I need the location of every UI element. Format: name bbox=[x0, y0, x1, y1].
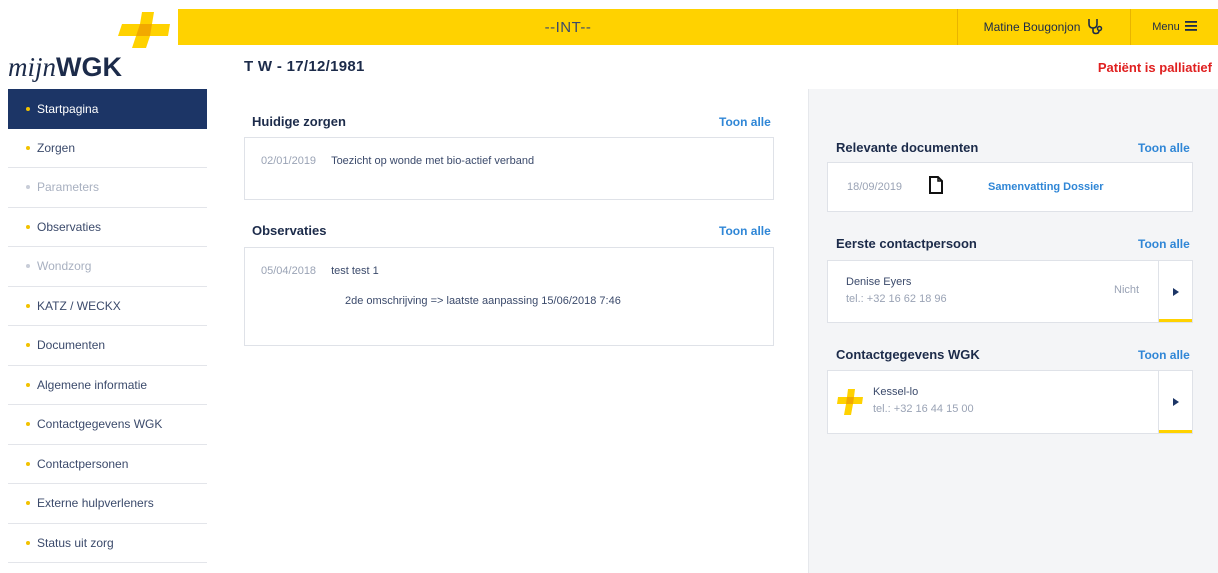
contact-phone: tel.: +32 16 62 18 96 bbox=[846, 293, 947, 305]
contact-relation: Nicht bbox=[1114, 284, 1140, 296]
zorg-description: Toezicht op wonde met bio-actief verband bbox=[331, 155, 535, 167]
sidebar-item-label: Algemene informatie bbox=[37, 377, 148, 392]
accent-bar bbox=[1159, 319, 1192, 322]
bullet-icon bbox=[26, 185, 30, 190]
sidebar-item-label: Externe hulpverleners bbox=[37, 496, 154, 511]
toon-alle-documenten-link[interactable]: Toon alle bbox=[1138, 141, 1190, 155]
document-link[interactable]: Samenvatting Dossier bbox=[988, 181, 1104, 193]
contact-name: Denise Eyers bbox=[846, 276, 912, 288]
bullet-icon bbox=[26, 461, 30, 466]
open-wgk-contact-button[interactable] bbox=[1158, 371, 1192, 433]
sidebar-item-wondzorg[interactable]: Wondzorg bbox=[8, 247, 207, 287]
open-contact-button[interactable] bbox=[1158, 261, 1192, 322]
section-title-relevante-documenten: Relevante documenten bbox=[836, 140, 979, 155]
sidebar-item-label: Contactgegevens WGK bbox=[37, 417, 163, 432]
play-arrow-icon bbox=[1172, 287, 1179, 296]
column-divider bbox=[808, 89, 809, 573]
hamburger-icon bbox=[1184, 20, 1197, 34]
eerste-contactpersoon-card[interactable]: Denise Eyers tel.: +32 16 62 18 96 Nicht bbox=[827, 260, 1193, 323]
bullet-icon bbox=[26, 501, 30, 506]
sidebar-item-katz-weckx[interactable]: KATZ / WECKX bbox=[8, 287, 207, 326]
bullet-icon bbox=[26, 303, 30, 308]
sidebar-item-contactgegevens-wgk[interactable]: Contactgegevens WGK bbox=[8, 405, 207, 445]
bullet-icon bbox=[26, 224, 30, 229]
contactgegevens-wgk-card[interactable]: Kessel-lo tel.: +32 16 44 15 00 bbox=[827, 370, 1193, 434]
sidebar-item-label: Wondzorg bbox=[37, 259, 92, 274]
sidebar-item-label: Status uit zorg bbox=[37, 535, 114, 550]
user-name: Matine Bougonjon bbox=[983, 20, 1081, 34]
zorg-date: 02/01/2019 bbox=[261, 155, 317, 167]
sidebar-item-label: Contactpersonen bbox=[37, 456, 129, 471]
section-title-eerste-contactpersoon: Eerste contactpersoon bbox=[836, 236, 977, 251]
bullet-icon bbox=[26, 382, 30, 387]
bullet-icon bbox=[26, 264, 30, 269]
sidebar-item-observaties[interactable]: Observaties bbox=[8, 208, 207, 247]
patient-title: T W - 17/12/1981 bbox=[244, 58, 365, 75]
environment-label: --INT-- bbox=[544, 18, 592, 36]
sidebar-item-label: Zorgen bbox=[37, 140, 76, 155]
sidebar-item-documenten[interactable]: Documenten bbox=[8, 326, 207, 366]
toon-alle-zorgen-link[interactable]: Toon alle bbox=[719, 115, 771, 129]
sidebar-item-algemene-informatie[interactable]: Algemene informatie bbox=[8, 366, 207, 405]
play-arrow-icon bbox=[1172, 398, 1179, 406]
sidebar-item-label: Documenten bbox=[37, 338, 106, 353]
observatie-detail: 2de omschrijving => laatste aanpassing 1… bbox=[345, 295, 621, 307]
sidebar-item-zorgen[interactable]: Zorgen bbox=[8, 129, 207, 168]
bullet-icon bbox=[26, 422, 30, 427]
document-date: 18/09/2019 bbox=[847, 181, 903, 193]
section-title-contactgegevens-wgk: Contactgegevens WGK bbox=[836, 347, 980, 362]
list-item[interactable]: 02/01/2019 Toezicht op wonde met bio-act… bbox=[261, 155, 534, 167]
bullet-icon bbox=[26, 145, 30, 150]
toon-alle-wgk-link[interactable]: Toon alle bbox=[1138, 348, 1190, 362]
sidebar-nav: Startpagina Zorgen Parameters Observatie… bbox=[8, 89, 207, 563]
huidige-zorgen-card: 02/01/2019 Toezicht op wonde met bio-act… bbox=[244, 137, 774, 200]
sidebar-item-status-uit-zorg[interactable]: Status uit zorg bbox=[8, 524, 207, 563]
sidebar-item-label: Startpagina bbox=[37, 101, 99, 116]
logo-text-mijn: mijn bbox=[8, 52, 57, 82]
section-title-huidige-zorgen: Huidige zorgen bbox=[252, 114, 346, 129]
wgk-phone: tel.: +32 16 44 15 00 bbox=[873, 403, 974, 415]
observatie-date: 05/04/2018 bbox=[261, 265, 317, 277]
observaties-card: 05/04/2018 test test 1 2de omschrijving … bbox=[244, 247, 774, 346]
stethoscope-icon bbox=[1086, 17, 1104, 38]
sidebar-item-externe-hulpverleners[interactable]: Externe hulpverleners bbox=[8, 484, 207, 524]
menu-button[interactable]: Menu bbox=[1131, 9, 1218, 45]
observatie-text: test test 1 bbox=[331, 265, 379, 277]
top-bar: --INT-- Matine Bougonjon Menu bbox=[178, 9, 1218, 45]
logo[interactable]: mijnWGK bbox=[8, 8, 176, 83]
section-title-observaties: Observaties bbox=[252, 223, 327, 238]
sidebar-item-parameters[interactable]: Parameters bbox=[8, 168, 207, 208]
palliative-status-badge: Patiënt is palliatief bbox=[1097, 60, 1212, 75]
toon-alle-observaties-link[interactable]: Toon alle bbox=[719, 224, 771, 238]
sidebar-item-contactpersonen[interactable]: Contactpersonen bbox=[8, 445, 207, 484]
logo-text-wgk: WGK bbox=[56, 52, 122, 82]
document-icon bbox=[928, 175, 944, 200]
sidebar-item-label: Observaties bbox=[37, 219, 102, 234]
wgk-cross-icon bbox=[836, 388, 864, 421]
sidebar-item-label: KATZ / WECKX bbox=[37, 298, 121, 313]
menu-label: Menu bbox=[1152, 21, 1180, 33]
bullet-icon bbox=[26, 106, 30, 111]
logo-text: mijnWGK bbox=[8, 52, 122, 83]
sidebar-item-label: Parameters bbox=[37, 180, 100, 195]
accent-bar bbox=[1159, 430, 1192, 433]
wgk-location-name: Kessel-lo bbox=[873, 386, 919, 398]
user-button[interactable]: Matine Bougonjon bbox=[957, 9, 1131, 45]
bullet-icon bbox=[26, 343, 30, 348]
documenten-card: 18/09/2019 Samenvatting Dossier bbox=[827, 162, 1193, 212]
wgk-cross-logo-icon bbox=[118, 12, 170, 48]
sidebar-item-startpagina[interactable]: Startpagina bbox=[8, 89, 207, 129]
list-item[interactable]: 05/04/2018 test test 1 2de omschrijving … bbox=[261, 265, 621, 307]
toon-alle-contactpersonen-link[interactable]: Toon alle bbox=[1138, 237, 1190, 251]
bullet-icon bbox=[26, 540, 30, 545]
